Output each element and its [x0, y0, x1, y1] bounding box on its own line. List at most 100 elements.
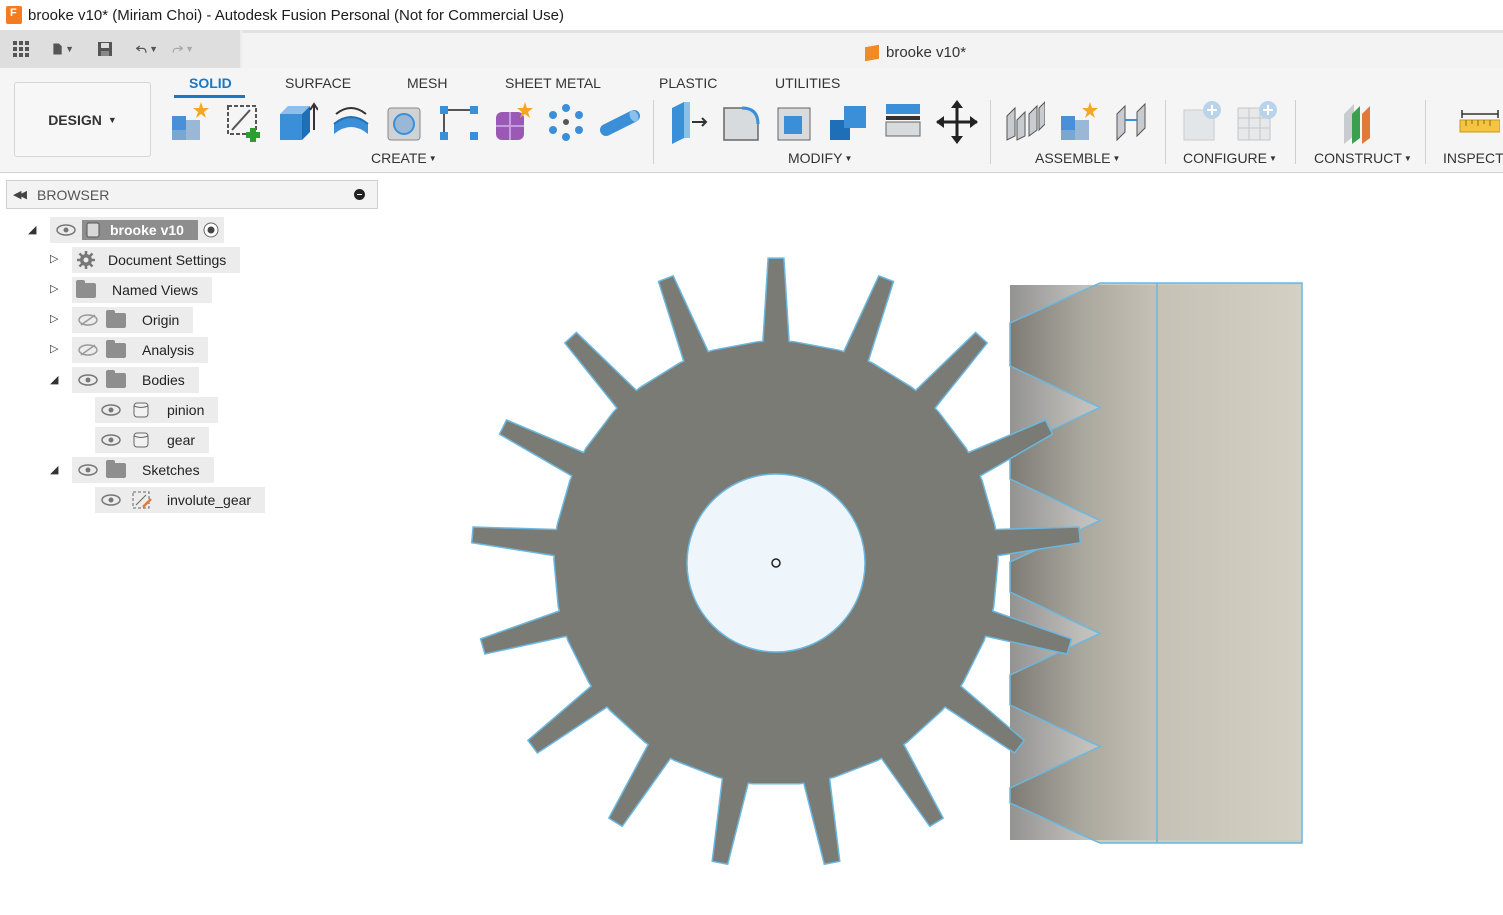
browser-root-row[interactable]: ◢ brooke v10	[28, 217, 224, 243]
joint-icon[interactable]	[1003, 100, 1045, 144]
folder-icon	[76, 279, 96, 298]
group-divider	[1295, 100, 1296, 164]
measure-icon[interactable]	[1458, 100, 1500, 144]
collapsed-triangle-icon[interactable]: ▷	[50, 282, 58, 295]
fillet-icon[interactable]	[720, 100, 762, 144]
visibility-eye-icon[interactable]	[78, 464, 98, 476]
grid-icon[interactable]	[10, 38, 32, 60]
design-viewport[interactable]	[380, 175, 1503, 910]
document-tab-title[interactable]: brooke v10*	[865, 44, 966, 61]
folder-icon	[106, 339, 126, 358]
hidden-eye-icon[interactable]	[78, 314, 98, 326]
pinion-body[interactable]	[1009, 282, 1303, 844]
tab-plastic[interactable]: PLASTIC	[659, 75, 717, 91]
redo-icon[interactable]: ▼	[172, 38, 194, 60]
gear-body[interactable]	[470, 257, 1082, 866]
create-form-icon[interactable]	[492, 100, 534, 144]
browser-item-document-settings[interactable]: ▷ Document Settings	[50, 247, 241, 273]
design-cube-icon	[865, 44, 879, 61]
as-built-joint-icon[interactable]	[1111, 100, 1153, 144]
expanded-triangle-icon[interactable]: ◢	[50, 373, 58, 386]
assemble-group-label[interactable]: ASSEMBLE ▼	[1035, 150, 1120, 166]
browser-item-origin[interactable]: ▷ Origin	[50, 307, 194, 333]
configure-add-icon[interactable]	[1182, 100, 1224, 144]
fusion-app-icon	[6, 6, 22, 24]
tab-solid[interactable]: SOLID	[189, 75, 232, 91]
group-divider	[653, 100, 654, 164]
browser-item-involute-gear[interactable]: involute_gear	[95, 487, 266, 513]
hole-icon[interactable]	[384, 100, 426, 144]
chevron-down-icon: ▼	[1112, 154, 1121, 163]
chevron-down-icon: ▼	[107, 114, 117, 125]
file-icon[interactable]: ▼	[52, 38, 74, 60]
inspect-group-label[interactable]: INSPECT	[1443, 150, 1503, 166]
group-divider	[990, 100, 991, 164]
window-title: brooke v10* (Miriam Choi) - Autodesk Fus…	[28, 6, 565, 24]
browser-title: BROWSER	[37, 187, 110, 203]
modify-group-label[interactable]: MODIFY ▼	[788, 150, 852, 166]
browser-item-sketches[interactable]: ◢ Sketches	[50, 457, 214, 483]
configure-table-icon[interactable]	[1236, 100, 1278, 144]
minimize-icon[interactable]	[354, 189, 365, 200]
create-sketch-icon[interactable]	[222, 100, 264, 144]
chevron-down-icon: ▼	[428, 154, 437, 163]
folder-icon	[106, 309, 126, 328]
expanded-triangle-icon[interactable]: ◢	[50, 463, 58, 476]
visibility-eye-icon[interactable]	[101, 434, 121, 446]
folder-icon	[106, 459, 126, 478]
save-icon[interactable]	[94, 38, 116, 60]
new-component-icon[interactable]	[168, 100, 210, 144]
browser-panel-header: ◀◀ BROWSER	[6, 180, 378, 209]
collapsed-triangle-icon[interactable]: ▷	[50, 342, 58, 355]
circular-pattern-icon[interactable]	[546, 100, 588, 144]
offset-plane-icon[interactable]	[1340, 100, 1382, 144]
tab-surface[interactable]: SURFACE	[285, 75, 351, 91]
revolve-icon[interactable]	[330, 100, 372, 144]
create-group-label[interactable]: CREATE ▼	[371, 150, 437, 166]
collapsed-triangle-icon[interactable]: ▷	[50, 312, 58, 325]
configure-group-label[interactable]: CONFIGURE ▼	[1183, 150, 1277, 166]
title-bar: brooke v10* (Miriam Choi) - Autodesk Fus…	[0, 0, 1503, 30]
workspace-design-button[interactable]: DESIGN ▼	[14, 82, 151, 157]
construct-group-label[interactable]: CONSTRUCT ▼	[1314, 150, 1412, 166]
move-icon[interactable]	[936, 100, 978, 144]
root-component-chip[interactable]: brooke v10	[82, 220, 198, 240]
extrude-icon[interactable]	[276, 100, 318, 144]
tab-mesh[interactable]: MESH	[407, 75, 447, 91]
rectangular-pattern-icon[interactable]	[438, 100, 480, 144]
browser-item-analysis[interactable]: ▷ Analysis	[50, 337, 209, 363]
chevron-down-icon: ▼	[1403, 154, 1412, 163]
pipe-icon[interactable]	[600, 100, 642, 144]
activate-radio-icon[interactable]	[202, 221, 220, 239]
browser-item-gear[interactable]: gear	[95, 427, 210, 453]
combine-icon[interactable]	[828, 100, 870, 144]
group-divider	[1165, 100, 1166, 164]
offset-face-icon[interactable]	[882, 100, 924, 144]
model-canvas[interactable]	[380, 175, 1503, 910]
hidden-eye-icon[interactable]	[78, 344, 98, 356]
expanded-triangle-icon[interactable]: ◢	[28, 223, 36, 236]
visibility-eye-icon[interactable]	[56, 224, 76, 236]
browser-item-pinion[interactable]: pinion	[95, 397, 219, 423]
gear-bore[interactable]	[686, 473, 866, 653]
assemble-new-component-icon[interactable]	[1057, 100, 1099, 144]
group-divider	[1425, 100, 1426, 164]
press-pull-icon[interactable]	[666, 100, 708, 144]
chevron-down-icon: ▼	[1269, 154, 1277, 163]
tab-utilities[interactable]: UTILITIES	[775, 75, 840, 91]
body-icon	[133, 402, 149, 418]
visibility-eye-icon[interactable]	[101, 494, 121, 506]
visibility-eye-icon[interactable]	[78, 374, 98, 386]
browser-item-bodies[interactable]: ◢ Bodies	[50, 367, 199, 393]
undo-icon[interactable]: ▼	[136, 38, 158, 60]
collapse-browser-icon[interactable]: ◀◀	[13, 188, 27, 201]
body-icon	[133, 432, 149, 448]
root-component-label: brooke v10	[104, 220, 198, 240]
sketch-icon	[132, 491, 152, 509]
visibility-eye-icon[interactable]	[101, 404, 121, 416]
browser-item-named-views[interactable]: ▷ Named Views	[50, 277, 213, 303]
gear-icon	[77, 251, 95, 269]
shell-icon[interactable]	[774, 100, 816, 144]
collapsed-triangle-icon[interactable]: ▷	[50, 252, 58, 265]
tab-sheet-metal[interactable]: SHEET METAL	[505, 75, 601, 91]
